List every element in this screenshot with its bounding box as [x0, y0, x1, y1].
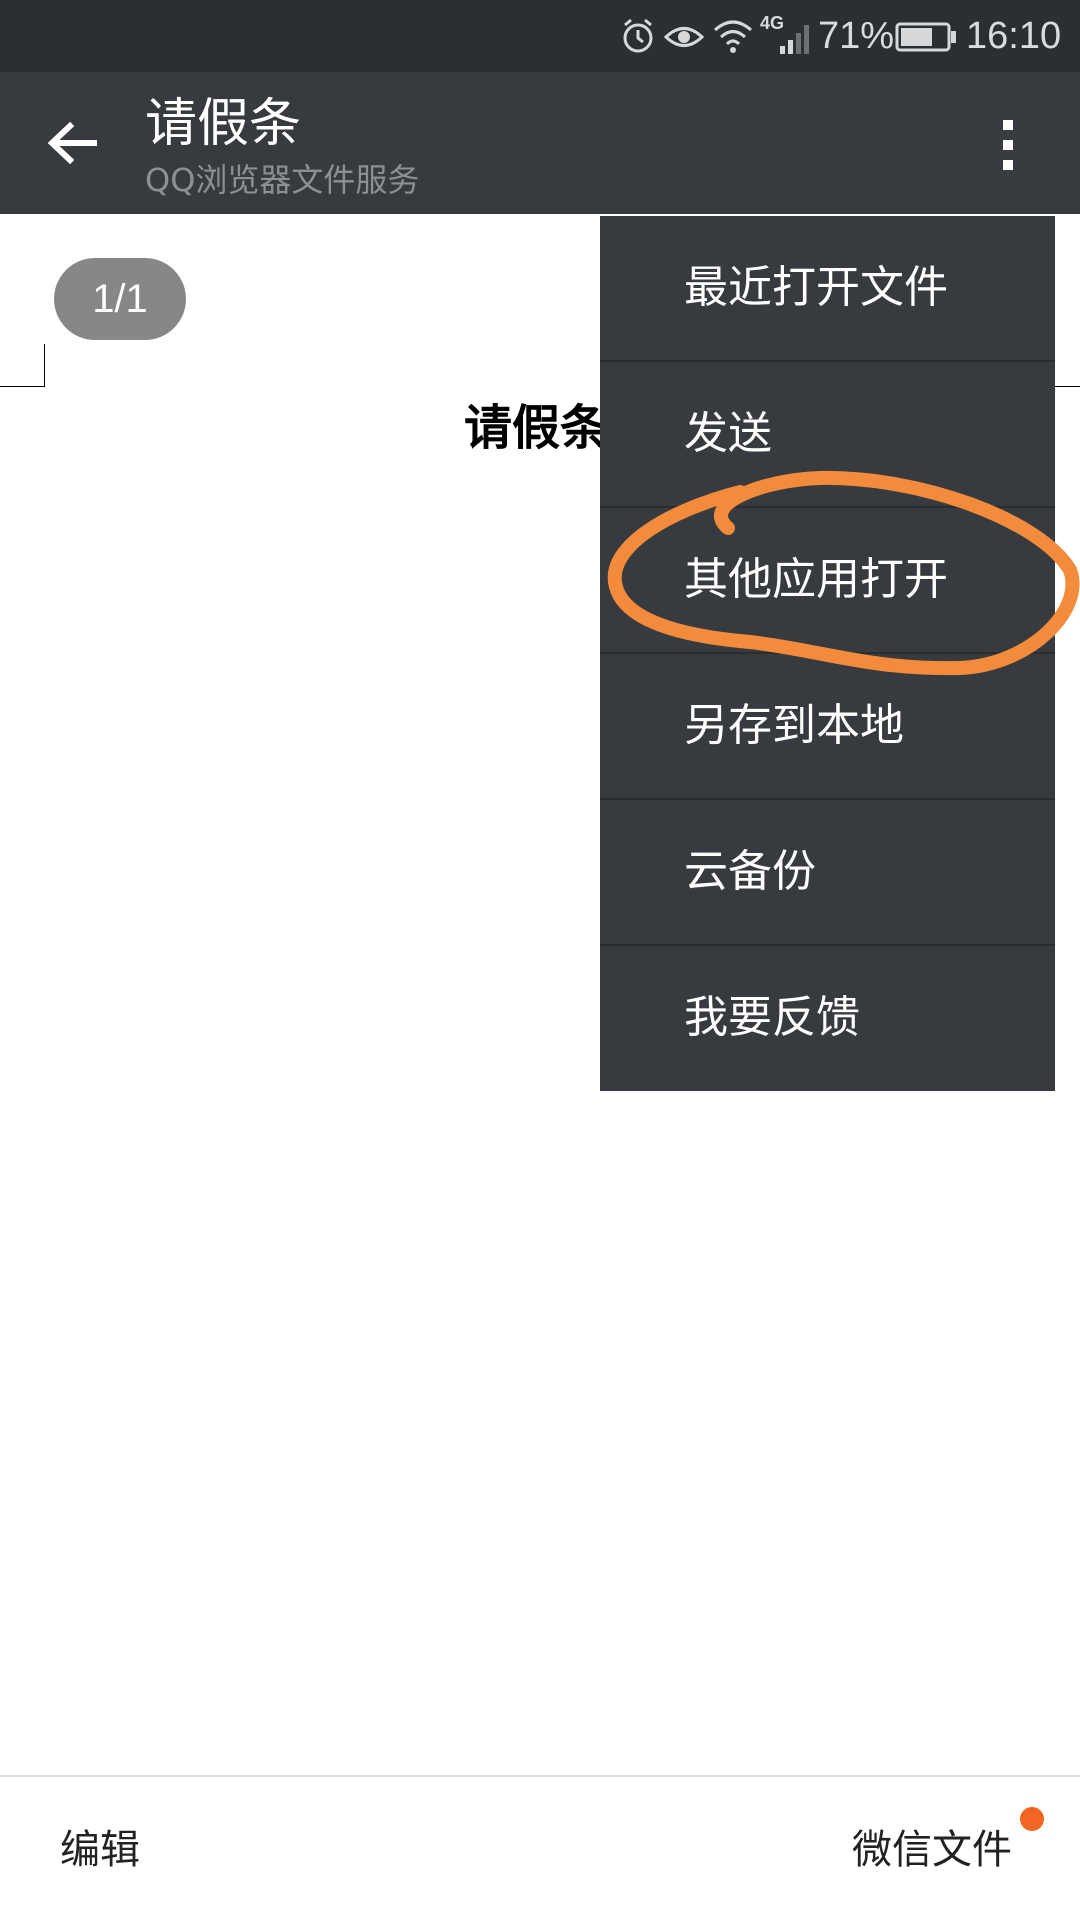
signal-icon — [780, 25, 809, 54]
alarm-icon — [623, 18, 653, 53]
status-bar: 4G 71% 16:10 — [0, 0, 1080, 72]
app-bar: 请假条 QQ浏览器文件服务 — [0, 72, 1080, 214]
menu-item-feedback[interactable]: 我要反馈 — [600, 946, 1055, 1090]
clock: 16:10 — [966, 15, 1062, 57]
battery-percent: 71% — [818, 15, 895, 57]
wifi-icon — [714, 20, 752, 53]
arrow-left-icon — [47, 121, 97, 165]
page-margin-marker — [0, 344, 45, 387]
eye-icon — [663, 27, 705, 47]
menu-item-open-with-other-app[interactable]: 其他应用打开 — [600, 508, 1055, 652]
page-title: 请假条 — [145, 94, 302, 154]
edit-button[interactable]: 编辑 — [60, 1825, 140, 1875]
notification-dot — [1020, 1807, 1044, 1831]
page-indicator: 1/1 — [54, 258, 186, 340]
more-options-button[interactable] — [985, 112, 1031, 182]
wechat-files-button[interactable]: 微信文件 — [852, 1825, 1012, 1875]
menu-item-send[interactable]: 发送 — [600, 362, 1055, 506]
back-button[interactable] — [30, 108, 114, 178]
bottom-bar: 编辑 微信文件 — [0, 1775, 1080, 1922]
menu-item-recent-files[interactable]: 最近打开文件 — [600, 216, 1055, 360]
menu-item-cloud-backup[interactable]: 云备份 — [600, 800, 1055, 944]
battery-icon — [895, 22, 956, 52]
overflow-menu: 最近打开文件 发送 其他应用打开 另存到本地 云备份 我要反馈 — [600, 216, 1055, 1091]
page-subtitle: QQ浏览器文件服务 — [145, 161, 420, 199]
page-margin-marker-right — [1055, 386, 1080, 387]
menu-item-save-local[interactable]: 另存到本地 — [600, 654, 1055, 798]
